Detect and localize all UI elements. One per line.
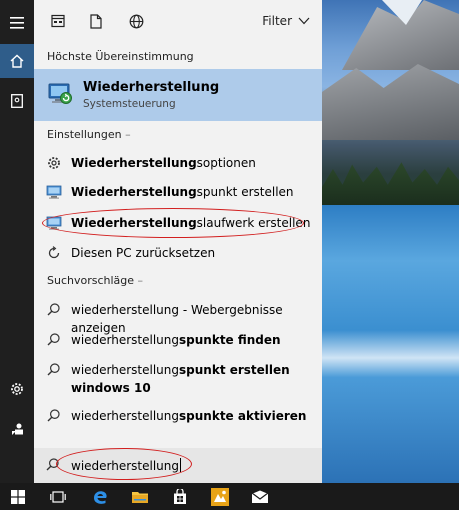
settings-heading: Einstellungen – [47, 128, 131, 141]
suggestion-item[interactable]: wiederherstellungspunkte aktivieren [34, 405, 322, 427]
web-icon[interactable] [127, 12, 145, 30]
filter-label: Filter [262, 14, 292, 28]
edge-browser-icon[interactable] [82, 483, 118, 510]
system-monitor-icon [46, 184, 62, 200]
feedback-icon[interactable] [0, 412, 34, 446]
search-icon [46, 458, 59, 474]
taskbar [0, 483, 459, 510]
suggestion-item[interactable]: wiederherstellungspunkt erstellen window… [34, 359, 322, 397]
file-explorer-icon[interactable] [122, 483, 158, 510]
suggestion-label: wiederherstellungspunkte aktivieren [71, 409, 307, 423]
search-icon [47, 363, 60, 379]
search-input-value: wiederherstellung [71, 458, 182, 473]
suggestion-web-results[interactable]: wiederherstellung - Webergebnisse anzeig… [34, 299, 322, 335]
settings-item-create-restore-point[interactable]: Wiederherstellungspunkt erstellen [34, 181, 322, 203]
search-results-panel: Filter Höchste Übereinstimmung Wiederher… [34, 0, 322, 483]
best-match-result[interactable]: Wiederherstellung Systemsteuerung [34, 69, 322, 121]
suggestion-label: wiederherstellungspunkte finden [71, 333, 281, 347]
best-match-title: Wiederherstellung [83, 80, 220, 95]
settings-item-label: Wiederherstellungspunkt erstellen [71, 185, 294, 199]
settings-item-label: Diesen PC zurücksetzen [71, 246, 216, 260]
hamburger-menu-icon[interactable] [0, 6, 34, 40]
settings-item-create-recovery-drive[interactable]: Wiederherstellungslaufwerk erstellen [34, 212, 322, 234]
settings-item-reset-pc[interactable]: Diesen PC zurücksetzen [34, 242, 322, 264]
task-view-icon[interactable] [40, 483, 76, 510]
settings-item-recovery-options[interactable]: Wiederherstellungsoptionen [34, 152, 322, 174]
search-icon [47, 409, 60, 425]
store-icon[interactable] [162, 483, 198, 510]
refresh-icon [46, 245, 62, 261]
start-rail [0, 0, 34, 483]
settings-item-label: Wiederherstellungslaufwerk erstellen [71, 216, 311, 230]
suggestions-heading: Suchvorschläge – [47, 274, 144, 287]
search-icon [47, 303, 60, 319]
filter-dropdown[interactable]: Filter [262, 14, 310, 28]
gear-icon [46, 155, 62, 171]
search-icon [47, 333, 60, 349]
settings-item-label: Wiederherstellungsoptionen [71, 156, 256, 170]
search-input[interactable]: wiederherstellung [34, 448, 322, 483]
photos-app-icon[interactable] [202, 483, 238, 510]
results-toolbar: Filter [34, 0, 322, 42]
notebook-icon[interactable] [0, 84, 34, 118]
mail-icon[interactable] [242, 483, 278, 510]
chevron-down-icon [298, 14, 310, 28]
recovery-control-panel-icon [47, 81, 73, 110]
documents-icon[interactable] [87, 12, 105, 30]
windows-start-icon[interactable] [0, 483, 36, 510]
apps-icon[interactable] [49, 12, 67, 30]
best-match-subtitle: Systemsteuerung [83, 98, 176, 110]
desktop-wallpaper [322, 0, 459, 483]
system-monitor-icon [46, 215, 62, 231]
suggestion-label: wiederherstellungspunkt erstellen window… [71, 363, 290, 395]
home-icon[interactable] [0, 44, 34, 78]
suggestion-item[interactable]: wiederherstellungspunkte finden [34, 329, 322, 351]
settings-icon[interactable] [0, 372, 34, 406]
best-match-heading: Höchste Übereinstimmung [47, 50, 194, 63]
